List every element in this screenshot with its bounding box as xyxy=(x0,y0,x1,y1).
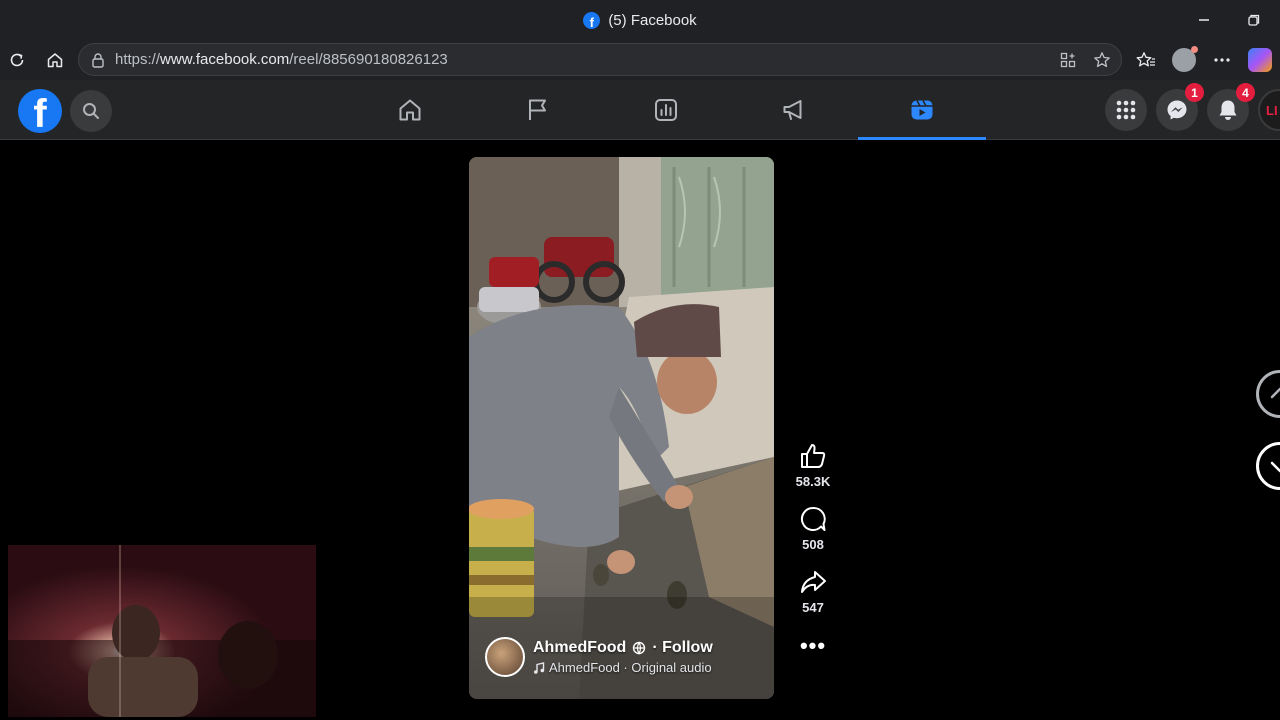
like-button[interactable]: 58.3K xyxy=(795,442,831,489)
minimize-icon xyxy=(1199,19,1209,21)
messenger-button[interactable]: 1 xyxy=(1156,83,1204,131)
browser-title-bar: f (5) Facebook xyxy=(0,0,1280,40)
next-reel-button[interactable] xyxy=(1256,442,1280,490)
browser-tab[interactable]: f (5) Facebook xyxy=(583,11,697,29)
lock-icon xyxy=(92,52,104,68)
webcam-overlay xyxy=(8,545,316,717)
notifications-button[interactable]: 4 xyxy=(1207,83,1255,131)
previous-reel-button[interactable] xyxy=(1256,370,1280,418)
thumbs-up-icon xyxy=(800,444,826,468)
grid-menu-icon xyxy=(1116,100,1136,120)
url-text: https://www.facebook.com/reel/8856901808… xyxy=(115,51,448,68)
star-icon xyxy=(1094,52,1110,68)
share-count: 547 xyxy=(802,600,824,615)
audio-label[interactable]: AhmedFood · Original audio xyxy=(549,660,712,675)
favorites-button[interactable] xyxy=(1130,44,1162,76)
home-button[interactable] xyxy=(39,44,71,76)
webcam-feed xyxy=(8,545,316,717)
nav-pages[interactable] xyxy=(474,80,602,140)
megaphone-icon xyxy=(783,100,802,120)
bell-icon xyxy=(1219,100,1237,120)
video-frame xyxy=(469,157,774,699)
favorite-button[interactable] xyxy=(1089,47,1115,73)
profile-button[interactable] xyxy=(1168,44,1200,76)
nav-ads[interactable] xyxy=(730,80,858,140)
facebook-header: f 1 4 LI xyxy=(0,80,1280,140)
reload-icon xyxy=(10,53,24,67)
notifications-badge: 4 xyxy=(1236,83,1255,102)
like-count: 58.3K xyxy=(795,474,831,489)
globe-icon xyxy=(633,641,646,655)
comment-button[interactable]: 508 xyxy=(799,505,827,552)
share-icon xyxy=(801,571,826,593)
comment-count: 508 xyxy=(802,537,824,552)
address-bar[interactable]: https://www.facebook.com/reel/8856901808… xyxy=(78,43,1122,76)
creator-info: AhmedFood · Follow AhmedFood · Original … xyxy=(485,637,713,677)
browser-home-icon xyxy=(47,53,63,68)
restore-icon xyxy=(1248,14,1260,26)
nav-insights[interactable] xyxy=(602,80,730,140)
messenger-icon xyxy=(1167,100,1187,120)
reel-actions: 58.3K 508 547 ••• xyxy=(790,442,836,673)
reload-button[interactable] xyxy=(1,44,33,76)
facebook-logo[interactable]: f xyxy=(18,89,62,133)
flag-icon xyxy=(529,99,546,120)
menu-button[interactable] xyxy=(1105,89,1147,131)
restore-button[interactable] xyxy=(1242,8,1266,32)
chevron-up-icon xyxy=(1270,387,1280,399)
search-icon xyxy=(83,103,99,119)
more-dots-icon: ••• xyxy=(799,633,827,658)
creator-avatar[interactable] xyxy=(485,637,525,677)
profile-avatar xyxy=(1172,46,1198,72)
facebook-favicon-icon: f xyxy=(583,11,601,29)
music-note-icon xyxy=(534,661,545,674)
chevron-down-icon xyxy=(1270,461,1280,473)
browser-toolbar: https://www.facebook.com/reel/8856901808… xyxy=(0,40,1280,80)
reel-video[interactable]: AhmedFood · Follow AhmedFood · Original … xyxy=(469,157,774,699)
main-navigation xyxy=(346,80,986,140)
account-avatar[interactable]: LI xyxy=(1258,89,1280,131)
follow-button[interactable]: · Follow xyxy=(652,639,712,657)
chart-icon xyxy=(655,99,677,121)
search-button[interactable] xyxy=(70,90,112,132)
tab-title: (5) Facebook xyxy=(608,11,697,29)
apps-icon xyxy=(1060,52,1076,68)
more-actions-button[interactable]: ••• xyxy=(800,631,826,657)
favorites-star-icon xyxy=(1136,52,1155,67)
reels-icon xyxy=(911,100,933,120)
copilot-icon xyxy=(1248,48,1272,72)
comment-icon xyxy=(800,506,826,531)
minimize-button[interactable] xyxy=(1192,8,1216,32)
copilot-button[interactable] xyxy=(1244,44,1276,76)
home-icon xyxy=(399,99,421,121)
more-horizontal-icon xyxy=(1214,58,1230,62)
more-options-button[interactable] xyxy=(1206,44,1238,76)
creator-name[interactable]: AhmedFood xyxy=(533,639,626,657)
messenger-badge: 1 xyxy=(1185,83,1204,102)
nav-reels[interactable] xyxy=(858,80,986,140)
share-button[interactable]: 547 xyxy=(799,568,827,615)
nav-home[interactable] xyxy=(346,80,474,140)
app-available-button[interactable] xyxy=(1055,47,1081,73)
